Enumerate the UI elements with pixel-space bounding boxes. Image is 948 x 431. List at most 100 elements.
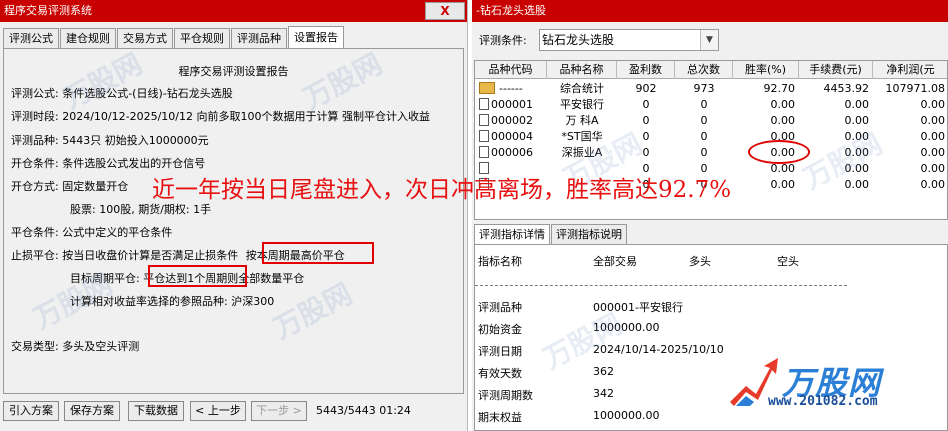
folder-icon	[479, 82, 495, 94]
table-cell-total: 0	[675, 129, 733, 145]
table-cell-text: 0.00	[770, 114, 796, 127]
col-header-wins[interactable]: 盈利数	[617, 61, 675, 79]
detail-header-metric: 指标名称	[478, 255, 522, 268]
table-cell-code: ------	[479, 81, 547, 97]
col-header-name[interactable]: 品种名称	[547, 61, 617, 79]
col-header-net-profit[interactable]: 净利润(元	[873, 61, 947, 79]
table-cell-text: 92.70	[763, 82, 796, 95]
table-cell-rate: 0.00	[733, 113, 796, 129]
bottom-toolbar: 引入方案 保存方案 下载数据 < 上一步 下一步 > 5443/5443 01:…	[0, 398, 467, 431]
table-cell-text: 0	[700, 146, 708, 159]
table-cell-fee: 0.00	[799, 97, 870, 113]
settings-tab-bar: 评测公式 建仓规则 交易方式 平仓规则 评测品种 设置报告	[3, 26, 345, 48]
detail-header-short: 空头	[777, 255, 799, 268]
table-cell-text: 0.00	[920, 162, 946, 175]
table-cell-win: 0	[617, 97, 675, 113]
table-cell-profit: 0.00	[873, 97, 946, 113]
col-header-code[interactable]: 品种代码	[475, 61, 547, 79]
col-header-win-rate[interactable]: 胜率(%)	[733, 61, 799, 79]
table-cell-text: 0	[700, 114, 708, 127]
next-step-button[interactable]: 下一步 >	[251, 401, 307, 421]
detail-tab-bar: 评测指标详情 评测指标说明	[474, 224, 628, 244]
detail-row-label: 期末权益	[478, 411, 522, 424]
table-cell-profit: 0.00	[873, 113, 946, 129]
table-cell-text: 0	[642, 114, 650, 127]
detail-row-label: 有效天数	[478, 367, 522, 380]
promo-caption: 近一年按当日尾盘进入，次日冲高离场，胜率高达92.7%	[152, 177, 732, 203]
table-cell-text: 000002	[491, 114, 533, 127]
table-cell-fee: 4453.92	[799, 81, 870, 97]
table-cell-code: 000004	[479, 129, 547, 145]
table-row[interactable]: 000002 万 科A 0 0 0.00 0.00 0.00	[475, 113, 947, 129]
table-cell-code: 000002	[479, 113, 547, 129]
table-cell-total: 973	[675, 81, 733, 97]
import-plan-button[interactable]: 引入方案	[3, 401, 59, 421]
table-row[interactable]: ------ 综合统计 902 973 92.70 4453.92 107971.08	[475, 81, 947, 97]
download-data-button[interactable]: 下载数据	[128, 401, 184, 421]
table-cell-text: 万 科A	[565, 114, 599, 127]
table-cell-text: 平安银行	[560, 98, 604, 111]
report-row-open-mode: 开仓方式: 固定数量开仓	[11, 180, 129, 193]
col-header-fee[interactable]: 手续费(元)	[799, 61, 873, 79]
table-cell-profit: 107971.08	[873, 81, 946, 97]
table-cell-fee: 0.00	[799, 113, 870, 129]
file-icon	[479, 98, 489, 110]
detail-row-label: 评测日期	[478, 345, 522, 358]
condition-label: 评测条件:	[479, 34, 527, 47]
table-cell-text: 0	[700, 130, 708, 143]
table-cell-profit: 0.00	[873, 177, 946, 193]
file-icon	[479, 130, 489, 142]
table-cell-text: 0	[642, 130, 650, 143]
tab-settings-report[interactable]: 设置报告	[288, 26, 344, 48]
tab-open-rules[interactable]: 建仓规则	[60, 28, 116, 48]
detail-row-value: 1000000.00	[593, 409, 660, 422]
detail-row-label: 评测周期数	[478, 389, 533, 402]
table-cell-text: 973	[693, 82, 715, 95]
table-cell-text: 902	[635, 82, 657, 95]
col-header-total[interactable]: 总次数	[675, 61, 733, 79]
table-cell-text: 0.00	[920, 98, 946, 111]
condition-select-value: 钻石龙头选股	[542, 33, 615, 47]
table-cell-text: 0.00	[770, 98, 796, 111]
table-cell-text: 0.00	[770, 178, 796, 191]
tab-close-rules[interactable]: 平仓规则	[174, 28, 230, 48]
close-button[interactable]: X	[425, 2, 465, 20]
detail-row-label: 评测品种	[478, 301, 522, 314]
report-row-open-condition: 开仓条件: 条件选股公式发出的开仓信号	[11, 157, 206, 170]
tab-instruments[interactable]: 评测品种	[231, 28, 287, 48]
table-cell-name: 综合统计	[547, 81, 617, 97]
table-cell-total: 0	[675, 113, 733, 129]
table-cell-text: 0.00	[844, 178, 870, 191]
tab-metric-details[interactable]: 评测指标详情	[474, 224, 550, 244]
chevron-down-icon[interactable]: ▼	[700, 30, 718, 50]
progress-status: 5443/5443 01:24	[316, 404, 411, 417]
table-cell-name: 万 科A	[547, 113, 617, 129]
save-plan-button[interactable]: 保存方案	[64, 401, 120, 421]
tab-metric-help[interactable]: 评测指标说明	[551, 224, 627, 244]
table-cell-text: ------	[499, 82, 523, 95]
report-row-close-condition: 平仓条件: 公式中定义的平仓条件	[11, 226, 173, 239]
stop-loss-text: 止损平仓: 按当日收盘价计算是否满足止损条件	[11, 249, 239, 262]
table-cell-text: 0	[700, 98, 708, 111]
detail-row-label: 初始资金	[478, 323, 522, 336]
table-cell-text: 000001	[491, 98, 533, 111]
prev-step-button[interactable]: < 上一步	[190, 401, 246, 421]
table-cell-win: 902	[617, 81, 675, 97]
table-cell-rate: 92.70	[733, 81, 796, 97]
site-logo: 万股网 www.201082.com	[724, 352, 944, 412]
highlight-box-target-period	[148, 265, 247, 287]
table-cell-text: 0.00	[920, 114, 946, 127]
condition-select[interactable]: 钻石龙头选股 ▼	[539, 29, 719, 51]
table-row[interactable]: 000001 平安银行 0 0 0.00 0.00 0.00	[475, 97, 947, 113]
report-row-trade-type: 交易类型: 多头及空头评测	[11, 340, 140, 353]
logo-url: www.201082.com	[768, 394, 878, 409]
tab-formula[interactable]: 评测公式	[3, 28, 59, 48]
table-cell-text: 4453.92	[823, 82, 870, 95]
detail-row-value: 342	[593, 387, 614, 400]
file-icon	[479, 114, 489, 126]
table-cell-text: 000006	[491, 146, 533, 159]
report-row-instruments: 评测品种: 5443只 初始投入1000000元	[11, 134, 209, 147]
table-cell-text: 综合统计	[560, 82, 604, 95]
table-cell-name: 平安银行	[547, 97, 617, 113]
detail-header-long: 多头	[689, 255, 711, 268]
